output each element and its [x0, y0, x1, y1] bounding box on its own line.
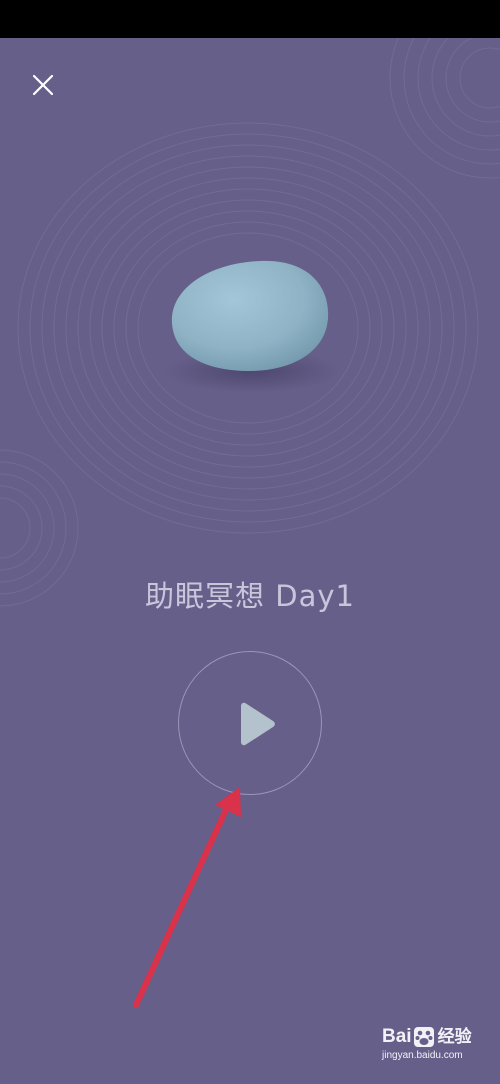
- watermark-logo: Bai 经验: [382, 1026, 494, 1048]
- red-arrow-annotation: [133, 787, 241, 1008]
- play-button[interactable]: [178, 651, 322, 795]
- paw-icon: [413, 1027, 434, 1047]
- status-bar: [0, 0, 500, 38]
- close-icon: [32, 74, 54, 96]
- baidu-jingyan-watermark: Bai 经验 jingyan.baidu.com: [382, 1026, 494, 1074]
- session-title: 助眠冥想 Day1: [145, 579, 355, 613]
- meditation-player: 助眠冥想 Day1 Bai 经验 jingyan.baidu.com: [0, 38, 500, 1084]
- close-button[interactable]: [26, 68, 60, 102]
- watermark-logo-left: Bai: [382, 1026, 412, 1047]
- pebble-illustration: [164, 260, 340, 393]
- watermark-logo-right: 经验: [437, 1027, 472, 1046]
- watermark-url: jingyan.baidu.com: [382, 1050, 463, 1061]
- play-icon: [241, 702, 275, 746]
- screen: 助眠冥想 Day1 Bai 经验 jingyan.baidu.com: [0, 0, 500, 1084]
